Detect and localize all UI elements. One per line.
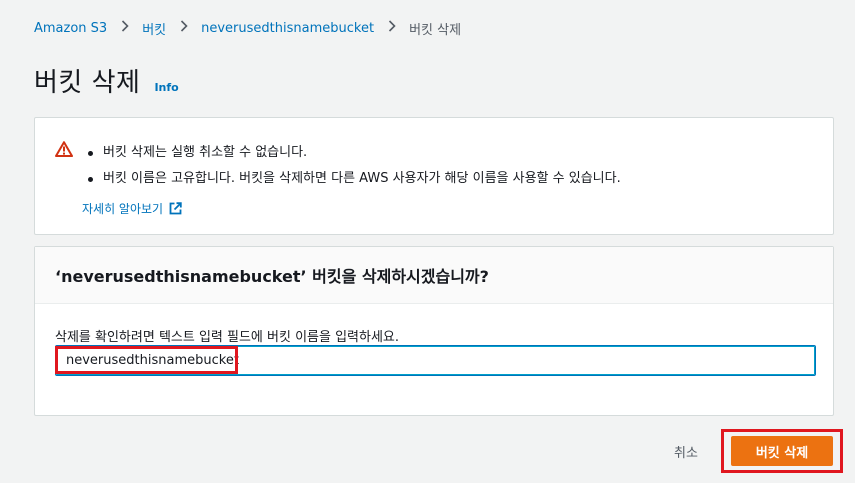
chevron-right-icon — [388, 20, 396, 36]
cancel-button[interactable]: 취소 — [660, 438, 712, 464]
warning-list: 버킷 삭제는 실행 취소할 수 없습니다. 버킷 이름은 고유합니다. 버킷을 … — [85, 144, 621, 196]
breadcrumb: Amazon S3 버킷 neverusedthisnamebucket 버킷 … — [34, 18, 461, 38]
warning-item: 버킷 이름은 고유합니다. 버킷을 삭제하면 다른 AWS 사용자가 해당 이름… — [85, 170, 621, 196]
confirm-input-label: 삭제를 확인하려면 텍스트 입력 필드에 버킷 이름을 입력하세요. — [55, 330, 400, 345]
info-link[interactable]: Info — [154, 81, 178, 94]
breadcrumb-item-buckets[interactable]: 버킷 — [142, 19, 166, 38]
confirm-panel-header: ‘neverusedthisnamebucket’ 버킷을 삭제하시겠습니까? — [35, 247, 833, 304]
page-header: 버킷 삭제 Info — [34, 62, 179, 99]
external-link-icon — [169, 202, 182, 215]
breadcrumb-item-bucket-name[interactable]: neverusedthisnamebucket — [201, 21, 374, 36]
learn-more-link[interactable]: 자세히 알아보기 — [82, 200, 182, 217]
warning-item: 버킷 삭제는 실행 취소할 수 없습니다. — [85, 144, 621, 170]
chevron-right-icon — [121, 20, 129, 36]
warning-triangle-icon — [55, 141, 73, 157]
confirm-title: ‘neverusedthisnamebucket’ 버킷을 삭제하시겠습니까? — [55, 267, 489, 286]
page-title: 버킷 삭제 — [34, 68, 141, 98]
confirm-delete-panel: ‘neverusedthisnamebucket’ 버킷을 삭제하시겠습니까? … — [34, 246, 834, 416]
breadcrumb-item-amazon-s3[interactable]: Amazon S3 — [34, 21, 107, 36]
chevron-right-icon — [180, 20, 188, 36]
breadcrumb-current: 버킷 삭제 — [409, 22, 462, 38]
warning-panel: 버킷 삭제는 실행 취소할 수 없습니다. 버킷 이름은 고유합니다. 버킷을 … — [34, 117, 834, 235]
delete-bucket-button[interactable]: 버킷 삭제 — [731, 436, 833, 466]
bucket-name-confirm-input[interactable] — [55, 345, 816, 376]
learn-more-label: 자세히 알아보기 — [82, 202, 164, 216]
